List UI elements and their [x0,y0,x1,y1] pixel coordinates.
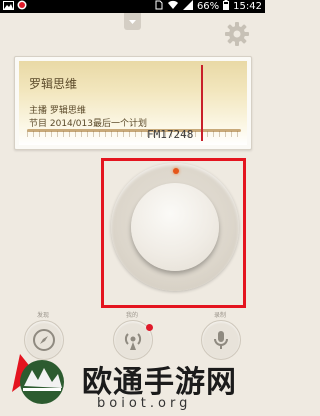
battery-icon [223,0,230,13]
watermark-domain: boiot.org [97,396,192,411]
chevron-down-icon [129,20,136,24]
nav-label-discover: 发现 [37,312,50,319]
pull-down-tab[interactable] [124,13,141,30]
battery-percent: 66% [196,1,220,12]
status-bar: 66% 15:42 [0,0,265,13]
host-line: 主播 罗辑思维 [29,106,86,116]
status-left [3,0,27,13]
nav-label-record: 录制 [214,312,227,319]
record-icon [17,0,27,13]
station-card[interactable]: 罗辑思维 主播 罗辑思维 节目 2014/013最后一个计划 FM17248 [14,56,252,150]
frequency-label: FM17248 [147,128,194,141]
radio-display: 罗辑思维 主播 罗辑思维 节目 2014/013最后一个计划 FM17248 [19,61,247,145]
settings-button[interactable] [224,21,250,47]
notification-dot [146,324,153,331]
tuner-ticks [27,131,241,137]
watermark-name: 欧通手游网 [82,365,237,400]
status-right: 66% 15:42 [155,0,262,13]
mic-icon [214,331,228,349]
station-title: 罗辑思维 [29,77,78,91]
signal-icon [182,0,193,13]
gallery-icon [3,0,14,13]
program-line: 节目 2014/013最后一个计划 [29,119,147,129]
nav-label-mine: 我的 [126,312,139,319]
record-button[interactable] [201,320,241,360]
watermark-logo [6,344,72,404]
gear-icon [225,22,249,46]
sim-icon [155,0,163,13]
highlight-box [101,158,246,308]
clock: 15:42 [233,1,262,12]
broadcast-icon [124,333,142,350]
tuner-needle [201,65,203,141]
wifi-icon [167,0,179,13]
